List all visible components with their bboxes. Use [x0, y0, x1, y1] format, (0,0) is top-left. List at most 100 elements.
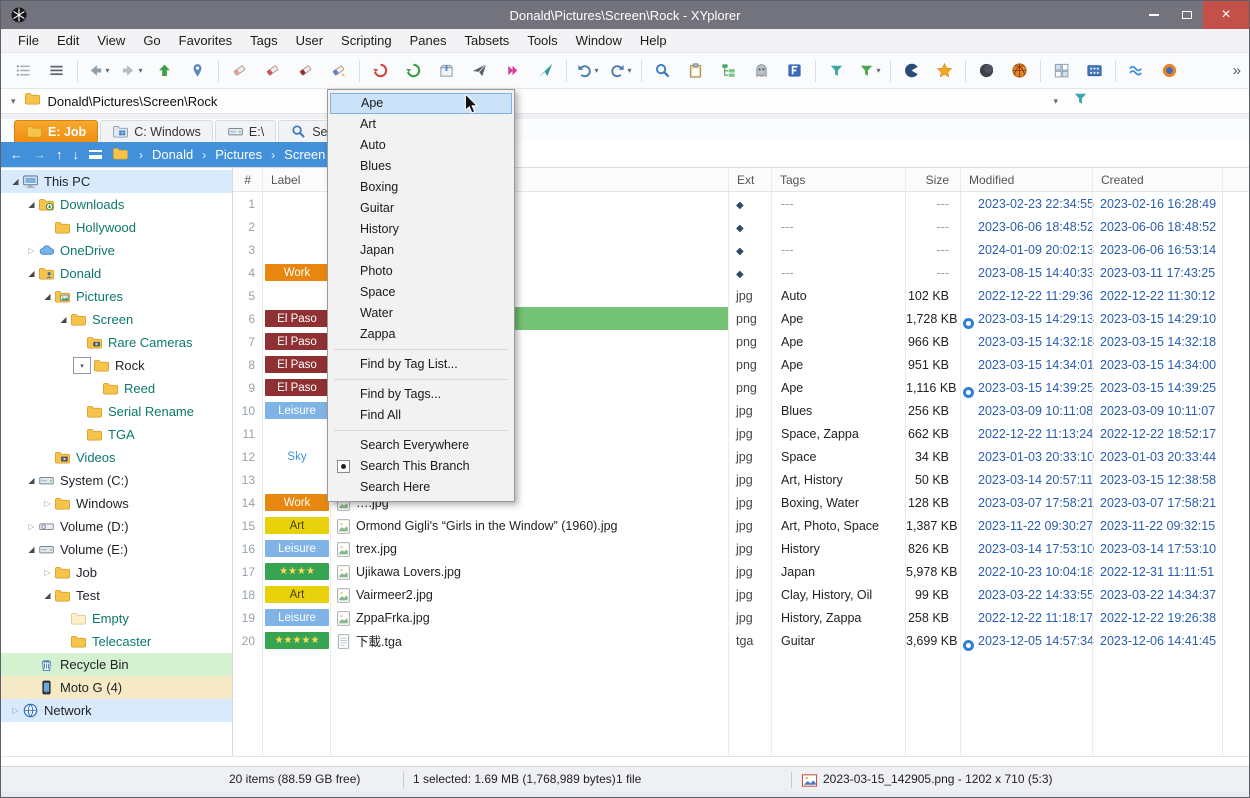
- file-name[interactable]: Vairmeer2.jpg: [331, 583, 729, 606]
- folder-selector-dropdown-icon[interactable]: ▾: [73, 357, 91, 374]
- menu-item-find-by-tags[interactable]: Find by Tags...: [330, 384, 512, 405]
- tree-item-this-pc[interactable]: ◢This PC: [1, 170, 232, 193]
- label-badge[interactable]: Leisure: [265, 540, 329, 557]
- column-divider[interactable]: [771, 168, 772, 756]
- menu-item-auto[interactable]: Auto: [330, 135, 512, 156]
- menu-view[interactable]: View: [88, 29, 134, 52]
- tab-e[interactable]: E:\: [215, 120, 276, 142]
- menu-item-search-everywhere[interactable]: Search Everywhere: [330, 435, 512, 456]
- menu-go[interactable]: Go: [134, 29, 169, 52]
- horizontal-scrollbar[interactable]: [1, 756, 1249, 766]
- menu-tools[interactable]: Tools: [518, 29, 566, 52]
- tree-item-empty[interactable]: Empty: [1, 607, 232, 630]
- double-chevron-icon[interactable]: [496, 57, 529, 85]
- file-row-18[interactable]: 18ArtVairmeer2.jpgjpgClay, History, Oil9…: [233, 583, 1249, 606]
- breadcrumb-donald[interactable]: Donald: [152, 147, 193, 162]
- minimize-button[interactable]: [1137, 1, 1170, 29]
- column-header-[interactable]: #: [233, 173, 263, 187]
- package-icon[interactable]: [430, 57, 463, 85]
- menu-item-art[interactable]: Art: [330, 114, 512, 135]
- menu-item-zappa[interactable]: Zappa: [330, 324, 512, 345]
- tree-item-recycle-bin[interactable]: Recycle Bin: [1, 653, 232, 676]
- menu-item-find-by-tag-list[interactable]: Find by Tag List...: [330, 354, 512, 375]
- eraser-red-icon[interactable]: [256, 57, 289, 85]
- filter-teal-icon[interactable]: [820, 57, 853, 85]
- nav-forward-icon[interactable]: →: [33, 148, 46, 161]
- refresh-green-icon[interactable]: [397, 57, 430, 85]
- menu-favorites[interactable]: Favorites: [170, 29, 241, 52]
- eraser-plain-icon[interactable]: [223, 57, 256, 85]
- funnel-icon[interactable]: [1072, 90, 1089, 112]
- wave-icon[interactable]: [1120, 57, 1153, 85]
- menu-item-blues[interactable]: Blues: [330, 156, 512, 177]
- column-header-ext[interactable]: Ext: [729, 173, 772, 187]
- menu-item-guitar[interactable]: Guitar: [330, 198, 512, 219]
- tree-item-onedrive[interactable]: ▷OneDrive: [1, 239, 232, 262]
- tree-item-volume-d[interactable]: ▷Volume (D:): [1, 515, 232, 538]
- expanded-arrow-icon[interactable]: ◢: [25, 269, 38, 278]
- menu-item-water[interactable]: Water: [330, 303, 512, 324]
- tree-item-windows[interactable]: ▷Windows: [1, 492, 232, 515]
- menu-tabsets[interactable]: Tabsets: [456, 29, 519, 52]
- address-path[interactable]: Donald\Pictures\Screen\Rock: [48, 94, 218, 109]
- tree-item-volume-e[interactable]: ◢Volume (E:): [1, 538, 232, 561]
- tree-item-system-c[interactable]: ◢System (C:): [1, 469, 232, 492]
- label-badge[interactable]: El Paso: [265, 333, 329, 350]
- browser-icon[interactable]: [1153, 57, 1186, 85]
- file-name[interactable]: 下載.tga: [331, 629, 729, 652]
- column-divider[interactable]: [960, 168, 961, 756]
- expanded-arrow-icon[interactable]: ◢: [25, 545, 38, 554]
- paste-icon[interactable]: [679, 57, 712, 85]
- maximize-button[interactable]: [1170, 1, 1203, 29]
- label-badge[interactable]: Work: [265, 494, 329, 511]
- label-badge[interactable]: Work: [265, 264, 329, 281]
- redo-icon[interactable]: ▾: [604, 57, 637, 85]
- pin-icon[interactable]: [181, 57, 214, 85]
- expanded-arrow-icon[interactable]: ◢: [41, 591, 54, 600]
- menu-item-photo[interactable]: Photo: [330, 261, 512, 282]
- column-header-created[interactable]: Created: [1093, 173, 1223, 187]
- crumb-folder-icon[interactable]: [112, 145, 129, 165]
- column-divider[interactable]: [1092, 168, 1093, 756]
- column-divider[interactable]: [728, 168, 729, 756]
- tree-item-hollywood[interactable]: Hollywood: [1, 216, 232, 239]
- dart-icon[interactable]: [529, 57, 562, 85]
- eraser-dark-icon[interactable]: [289, 57, 322, 85]
- customize-icon[interactable]: [7, 57, 40, 85]
- tree-item-pictures[interactable]: ◢Pictures: [1, 285, 232, 308]
- collapsed-arrow-icon[interactable]: ▷: [9, 706, 22, 715]
- file-row-20[interactable]: 20★★★★★下載.tgatgaGuitar3,699 KB2023-12-05…: [233, 629, 1249, 652]
- tree-item-rock[interactable]: ▾Rock: [1, 354, 232, 377]
- tree-item-screen[interactable]: ◢Screen: [1, 308, 232, 331]
- menu-item-boxing[interactable]: Boxing: [330, 177, 512, 198]
- menu-item-find-all[interactable]: Find All: [330, 405, 512, 426]
- label-badge[interactable]: ★★★★: [265, 563, 329, 580]
- tree-export-icon[interactable]: [712, 57, 745, 85]
- tree-item-downloads[interactable]: ◢Downloads: [1, 193, 232, 216]
- menu-scripting[interactable]: Scripting: [332, 29, 401, 52]
- tree-item-serial-rename[interactable]: Serial Rename: [1, 400, 232, 423]
- address-dropdown-icon[interactable]: ▾: [11, 96, 16, 107]
- keypad-icon[interactable]: [1078, 57, 1111, 85]
- expanded-arrow-icon[interactable]: ◢: [25, 200, 38, 209]
- refresh-red-icon[interactable]: [364, 57, 397, 85]
- tree-item-test[interactable]: ◢Test: [1, 584, 232, 607]
- file-row-17[interactable]: 17★★★★Ujikawa Lovers.jpgjpgJapan5,978 KB…: [233, 560, 1249, 583]
- menu-item-search-here[interactable]: Search Here: [330, 477, 512, 498]
- nav-back-icon[interactable]: ←: [10, 148, 23, 161]
- menu-help[interactable]: Help: [631, 29, 676, 52]
- menu-item-japan[interactable]: Japan: [330, 240, 512, 261]
- breadcrumb-pictures[interactable]: Pictures: [215, 147, 262, 162]
- file-name[interactable]: ZppaFrka.jpg: [331, 606, 729, 629]
- label-badge[interactable]: El Paso: [265, 379, 329, 396]
- moon-icon[interactable]: [970, 57, 1003, 85]
- label-badge[interactable]: Sky: [265, 448, 329, 465]
- label-badge[interactable]: Leisure: [265, 609, 329, 626]
- title-bar[interactable]: Donald\Pictures\Screen\Rock - XYplorer ×: [1, 1, 1249, 29]
- menu-item-search-this-branch[interactable]: Search This Branch: [330, 456, 512, 477]
- column-header-size[interactable]: Size: [906, 173, 961, 187]
- nav-up-icon[interactable]: ↑: [56, 148, 63, 161]
- column-header-label[interactable]: Label: [263, 173, 331, 187]
- column-divider[interactable]: [1222, 168, 1223, 756]
- toolbar-overflow-icon[interactable]: »: [1233, 62, 1241, 79]
